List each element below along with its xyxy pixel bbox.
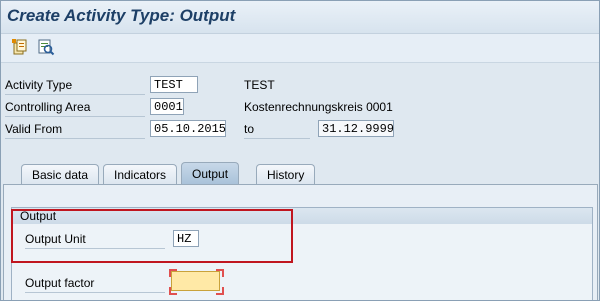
controlling-area-field[interactable]: 0001 (150, 98, 184, 115)
required-marker (216, 269, 224, 277)
output-factor-label: Output factor (25, 274, 165, 293)
output-factor-field[interactable] (171, 271, 220, 291)
display-details-icon[interactable] (37, 38, 55, 56)
application-toolbar (1, 34, 599, 63)
valid-to-field[interactable]: 31.12.9999 (318, 120, 394, 137)
sap-window: Create Activity Type: Output Activity Ty… (0, 0, 600, 301)
tab-history[interactable]: History (256, 164, 316, 185)
valid-to-label: to (244, 120, 310, 139)
page-title: Create Activity Type: Output (7, 6, 236, 25)
required-marker (216, 287, 224, 295)
activity-type-field[interactable]: TEST (150, 76, 198, 93)
title-bar: Create Activity Type: Output (1, 1, 599, 34)
highlight-box (11, 209, 293, 263)
tab-indicators[interactable]: Indicators (103, 164, 178, 185)
tab-basic-data[interactable]: Basic data (21, 164, 100, 185)
copy-template-icon[interactable] (11, 38, 29, 56)
required-marker (169, 269, 177, 277)
valid-from-label: Valid From (5, 120, 145, 139)
controlling-area-label: Controlling Area (5, 98, 145, 117)
required-marker (169, 287, 177, 295)
tab-output[interactable]: Output (181, 162, 240, 185)
activity-type-label: Activity Type (5, 76, 145, 95)
tab-strip: Basic data Indicators Output History (1, 161, 599, 185)
activity-type-description: TEST (244, 78, 275, 92)
controlling-area-description: Kostenrechnungskreis 0001 (244, 100, 393, 114)
valid-from-field[interactable]: 05.10.2015 (150, 120, 226, 137)
